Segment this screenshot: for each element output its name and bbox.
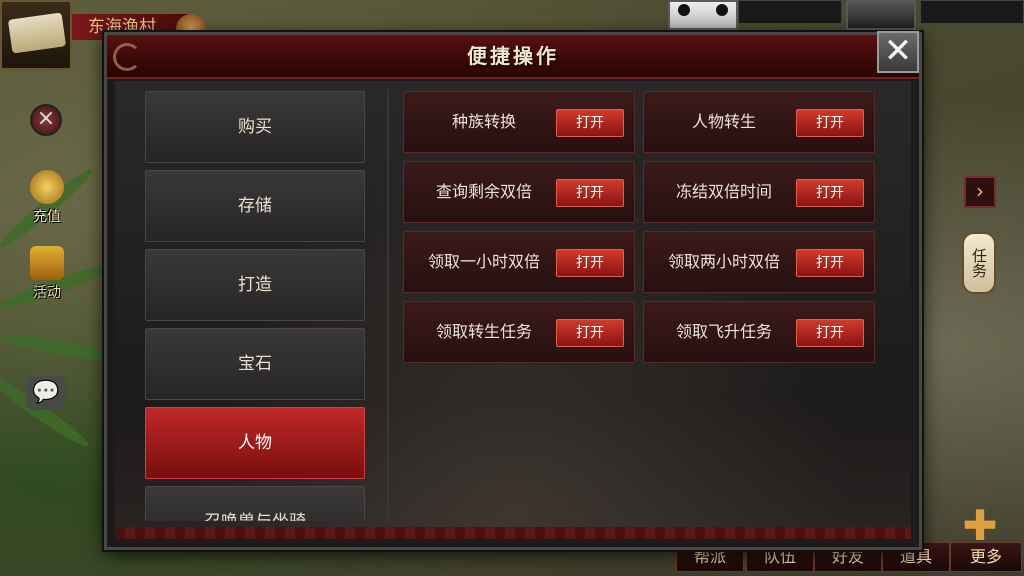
gift-icon [30, 246, 64, 280]
chat-button[interactable]: 💬 [26, 376, 66, 410]
open-button[interactable]: 打开 [796, 179, 864, 207]
dialog-body: 购买 存储 打造 宝石 人物 召唤兽与坐骑 种族转换 打开 人物转生 打开 查询… [115, 81, 911, 539]
pet-status-bar [738, 0, 842, 24]
activity-label: 活动 [33, 285, 61, 301]
operation-row: 领取飞升任务 打开 [643, 301, 875, 363]
player-status-bar [920, 0, 1024, 24]
open-button[interactable]: 打开 [556, 179, 624, 207]
minimap-button[interactable] [0, 0, 72, 70]
category-item[interactable]: 宝石 [145, 328, 365, 400]
player-portrait[interactable] [846, 0, 916, 30]
map-scroll-icon [7, 12, 67, 54]
activity-button[interactable]: 活动 [24, 246, 70, 302]
operation-label: 领取飞升任务 [675, 322, 772, 341]
open-button[interactable]: 打开 [556, 109, 624, 137]
decorative-border [115, 527, 911, 539]
plus-icon: ✚ [962, 501, 998, 550]
recharge-button[interactable]: 充值 [24, 170, 70, 226]
operation-label: 领取两小时双倍 [667, 252, 780, 271]
expand-arrow-icon[interactable]: › [964, 176, 996, 208]
operation-row: 人物转生 打开 [643, 91, 875, 153]
category-item[interactable]: 人物 [145, 407, 365, 479]
operation-row: 种族转换 打开 [403, 91, 635, 153]
operation-label: 种族转换 [451, 112, 516, 131]
operation-label: 领取一小时双倍 [427, 252, 540, 271]
operation-label: 领取转生任务 [435, 322, 532, 341]
category-item[interactable]: 召唤兽与坐骑 [145, 486, 365, 521]
pet-portrait[interactable] [668, 0, 738, 30]
operation-label: 人物转生 [691, 112, 756, 131]
quest-button[interactable]: 任务 [962, 232, 996, 294]
operation-row: 领取转生任务 打开 [403, 301, 635, 363]
more-button[interactable]: 更多 [950, 542, 1022, 572]
open-button[interactable]: 打开 [556, 249, 624, 277]
category-list[interactable]: 购买 存储 打造 宝石 人物 召唤兽与坐骑 [145, 91, 369, 521]
operation-label: 查询剩余双倍 [435, 182, 532, 201]
open-button[interactable]: 打开 [796, 109, 864, 137]
quick-actions-dialog: 便捷操作 ✕ 购买 存储 打造 宝石 人物 召唤兽与坐骑 种族转换 打开 人物转… [104, 31, 922, 550]
hide-ui-button[interactable]: × [30, 104, 62, 136]
operation-row: 领取两小时双倍 打开 [643, 231, 875, 293]
open-button[interactable]: 打开 [796, 249, 864, 277]
coin-icon [30, 170, 64, 204]
open-button[interactable]: 打开 [556, 319, 624, 347]
category-item[interactable]: 购买 [145, 91, 365, 163]
operation-row: 查询剩余双倍 打开 [403, 161, 635, 223]
dialog-header: 便捷操作 ✕ [107, 31, 919, 79]
panel-divider [387, 89, 389, 519]
operation-row: 领取一小时双倍 打开 [403, 231, 635, 293]
recharge-label: 充值 [33, 209, 61, 225]
operation-label: 冻结双倍时间 [675, 182, 772, 201]
category-item[interactable]: 打造 [145, 249, 365, 321]
open-button[interactable]: 打开 [796, 319, 864, 347]
close-button[interactable]: ✕ [877, 31, 919, 73]
operation-row: 冻结双倍时间 打开 [643, 161, 875, 223]
category-item[interactable]: 存储 [145, 170, 365, 242]
close-icon: ✕ [883, 31, 913, 71]
dialog-title: 便捷操作 [467, 44, 559, 68]
chat-bubble-icon: 💬 [32, 380, 60, 405]
quest-label: 任务 [970, 248, 988, 278]
